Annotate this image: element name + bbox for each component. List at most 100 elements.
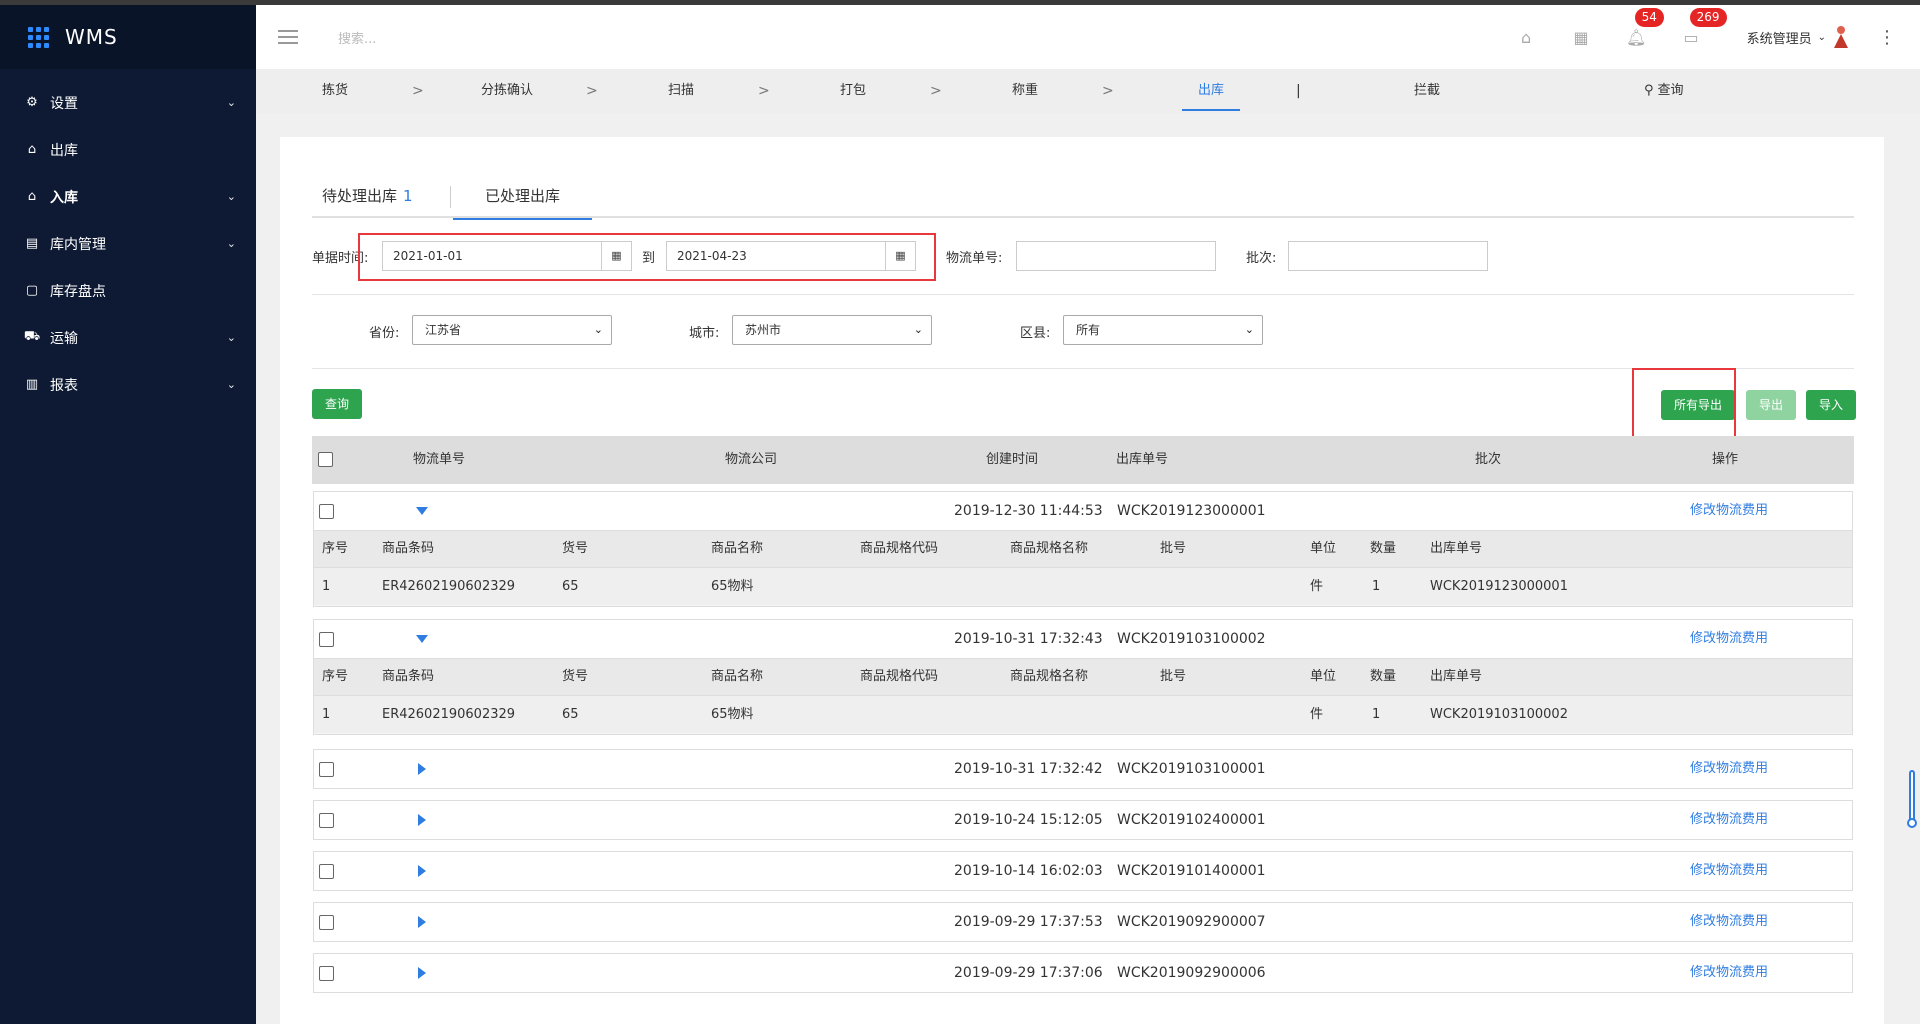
detail-qty: 1 xyxy=(1372,707,1381,722)
step-scan[interactable]: 扫描 xyxy=(668,69,694,113)
chevron-down-icon: ⌄ xyxy=(226,331,236,344)
bell-icon[interactable]: 🔔︎ 54 xyxy=(1609,7,1664,47)
row-checkbox[interactable] xyxy=(319,966,334,981)
step-intercept[interactable]: 拦截 xyxy=(1414,69,1440,113)
select-all-checkbox[interactable] xyxy=(318,452,333,467)
step-pack[interactable]: 打包 xyxy=(840,69,866,113)
detail-name: 65物料 xyxy=(711,579,754,594)
city-select[interactable]: 苏州市 ⌄ xyxy=(732,315,932,345)
province-select[interactable]: 江苏省 ⌄ xyxy=(412,315,612,345)
col-batch: 批次 xyxy=(1475,452,1502,467)
city-value: 苏州市 xyxy=(745,323,782,337)
sidebar-item-inventory[interactable]: ▢ 库存盘点 xyxy=(0,267,256,314)
detail-unit: 件 xyxy=(1310,579,1324,594)
sidebar-item-label: 入库 xyxy=(50,189,78,206)
sidebar-item-transport[interactable]: ⛟ 运输 ⌄ xyxy=(0,314,256,361)
workflow-steps: 拣货 > 分拣确认 > 扫描 > 打包 > 称重 > 出库 | 拦截 ⚲ 查询 xyxy=(256,69,1920,113)
edit-shipping-fee-link[interactable]: 修改物流费用 xyxy=(1690,852,1768,890)
expand-arrow-icon[interactable] xyxy=(418,814,426,826)
table-row[interactable]: 2019-10-24 15:12:05 WCK2019102400001 修改物… xyxy=(313,800,1853,840)
district-value: 所有 xyxy=(1076,323,1101,337)
table-row[interactable]: 2019-09-29 17:37:06 WCK2019092900006 修改物… xyxy=(313,953,1853,993)
menu-toggle-icon[interactable] xyxy=(278,26,298,48)
sidebar-item-inbound[interactable]: ⌂ 入库 ⌄ xyxy=(0,173,256,220)
district-select[interactable]: 所有 ⌄ xyxy=(1063,315,1263,345)
export-button[interactable]: 导出 xyxy=(1746,390,1796,420)
step-outbound[interactable]: 出库 xyxy=(1181,69,1241,113)
chevron-right-icon: > xyxy=(412,83,424,99)
step-picking[interactable]: 拣货 xyxy=(322,69,348,113)
detail-barcode: ER42602190602329 xyxy=(382,579,516,594)
expand-arrow-icon[interactable] xyxy=(418,967,426,979)
detail-col-qty: 数量 xyxy=(1370,669,1397,684)
highlight-box xyxy=(358,233,936,281)
query-button[interactable]: 查询 xyxy=(312,389,362,419)
brand[interactable]: WMS xyxy=(0,5,256,69)
row-checkbox[interactable] xyxy=(319,504,334,519)
step-sort-confirm[interactable]: 分拣确认 xyxy=(481,69,533,113)
message-icon[interactable]: ▭ 269 xyxy=(1664,7,1727,47)
edit-shipping-fee-link[interactable]: 修改物流费用 xyxy=(1690,492,1768,530)
detail-col-barcode: 商品条码 xyxy=(382,669,435,684)
import-button[interactable]: 导入 xyxy=(1806,390,1856,420)
expand-arrow-icon[interactable] xyxy=(418,763,426,775)
edit-shipping-fee-link[interactable]: 修改物流费用 xyxy=(1690,620,1768,658)
detail-qty: 1 xyxy=(1372,579,1381,594)
chevron-down-icon: ⌄ xyxy=(226,378,236,391)
row-checkbox[interactable] xyxy=(319,632,334,647)
table-row[interactable]: 2019-09-29 17:37:53 WCK2019092900007 修改物… xyxy=(313,902,1853,942)
detail-name: 65物料 xyxy=(711,707,754,722)
detail-col-lot: 批号 xyxy=(1160,541,1187,556)
table-row[interactable]: 2019-10-31 17:32:43 WCK2019103100002 修改物… xyxy=(313,619,1853,659)
row-checkbox[interactable] xyxy=(319,915,334,930)
table-row[interactable]: 2019-10-31 17:32:42 WCK2019103100001 修改物… xyxy=(313,749,1853,789)
expand-arrow-icon[interactable] xyxy=(418,865,426,877)
detail-col-no: 序号 xyxy=(322,669,349,684)
row-order: WCK2019092900006 xyxy=(1117,965,1266,981)
tab-pending[interactable]: 待处理出库 1 xyxy=(322,184,413,218)
chevron-right-icon: > xyxy=(930,83,942,99)
detail-col-name: 商品名称 xyxy=(711,541,764,556)
tab-pending-label: 待处理出库 xyxy=(322,187,398,205)
inventory-icon: ▢ xyxy=(25,283,39,298)
tracking-input[interactable] xyxy=(1016,241,1216,271)
sidebar-item-settings[interactable]: ⚙ 设置 ⌄ xyxy=(0,79,256,126)
edit-shipping-fee-link[interactable]: 修改物流费用 xyxy=(1690,801,1768,839)
edit-shipping-fee-link[interactable]: 修改物流费用 xyxy=(1690,750,1768,788)
highlight-box xyxy=(1632,368,1736,440)
detail-col-lot: 批号 xyxy=(1160,669,1187,684)
table-row[interactable]: 2019-10-14 16:02:03 WCK2019101400001 修改物… xyxy=(313,851,1853,891)
detail-sku: 65 xyxy=(562,707,579,722)
detail-col-sku: 货号 xyxy=(562,669,589,684)
detail-row: 1 ER42602190602329 65 65物料 件 1 WCK201912… xyxy=(314,567,1852,605)
scrollbar-handle[interactable] xyxy=(1907,818,1917,828)
collapse-arrow-icon[interactable] xyxy=(416,635,428,643)
expand-arrow-icon[interactable] xyxy=(418,916,426,928)
row-checkbox[interactable] xyxy=(319,813,334,828)
more-vertical-icon[interactable]: ⋮ xyxy=(1878,27,1896,48)
home-icon[interactable]: ⌂ xyxy=(1499,28,1554,47)
chevron-down-icon: ⌄ xyxy=(226,96,236,109)
row-checkbox[interactable] xyxy=(319,864,334,879)
table-row[interactable]: 2019-12-30 11:44:53 WCK2019123000001 修改物… xyxy=(313,491,1853,531)
brand-name: WMS xyxy=(65,25,118,49)
step-weigh[interactable]: 称重 xyxy=(1012,69,1038,113)
search-input[interactable]: 搜索... xyxy=(338,28,538,47)
sidebar-item-outbound[interactable]: ⌂ 出库 xyxy=(0,126,256,173)
tab-processed[interactable]: 已处理出库 xyxy=(452,184,593,220)
user-menu[interactable]: 系统管理员 ⌄ xyxy=(1747,26,1848,48)
batch-input[interactable] xyxy=(1288,241,1488,271)
edit-shipping-fee-link[interactable]: 修改物流费用 xyxy=(1690,954,1768,992)
query-link[interactable]: ⚲ 查询 xyxy=(1644,69,1684,113)
sidebar-item-reports[interactable]: ▥ 报表 ⌄ xyxy=(0,361,256,408)
row-created: 2019-10-24 15:12:05 xyxy=(954,812,1103,828)
chevron-right-icon: > xyxy=(586,83,598,99)
grid-icon[interactable]: ▦ xyxy=(1554,28,1609,47)
sidebar-item-warehouse[interactable]: ▤ 库内管理 ⌄ xyxy=(0,220,256,267)
row-created: 2019-09-29 17:37:53 xyxy=(954,914,1103,930)
edit-shipping-fee-link[interactable]: 修改物流费用 xyxy=(1690,903,1768,941)
collapse-arrow-icon[interactable] xyxy=(416,507,428,515)
scrollbar-thumb[interactable] xyxy=(1909,770,1915,822)
row-checkbox[interactable] xyxy=(319,762,334,777)
tracking-label: 物流单号: xyxy=(946,251,1003,266)
